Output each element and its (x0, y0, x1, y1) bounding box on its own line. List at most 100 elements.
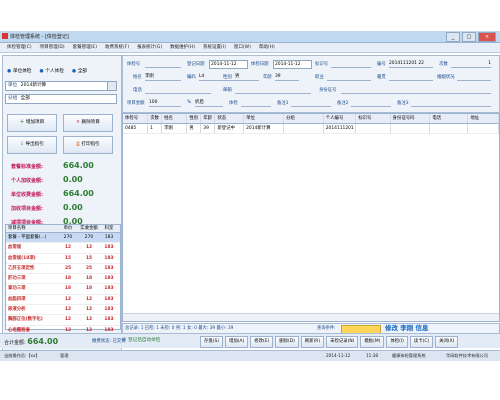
column-header[interactable]: 地址 (468, 114, 499, 123)
column-header[interactable]: 状态 (215, 114, 245, 123)
radio-personal[interactable]: 个人体检 (39, 68, 63, 74)
radio-all[interactable]: 全部 (72, 68, 87, 74)
grid-row[interactable]: 肝功三项 18 18 183 (6, 274, 120, 285)
job-field[interactable] (327, 73, 371, 81)
add-icon: ＋ (19, 120, 25, 125)
refresh-button[interactable]: 刷新(R) (300, 336, 325, 348)
grid-row[interactable]: 乙肝五项定性 25 25 183 (6, 264, 120, 275)
chevron-down-icon[interactable] (107, 82, 116, 90)
grid-row[interactable]: 套餐 - 平面套餐(...) 270 270 183 (6, 233, 120, 244)
maximize-button[interactable]: □ (462, 32, 476, 42)
reg-date-picker[interactable]: 2014-11-12 (209, 60, 248, 69)
group-select[interactable]: 分组 全部 (5, 94, 117, 104)
remark1-field[interactable] (291, 99, 331, 107)
table-cell: 0485 (123, 124, 149, 133)
menu-item[interactable]: 体检管理(C) (3, 43, 36, 52)
grid-header-cell[interactable]: 科室 (100, 225, 118, 232)
grid-row[interactable]: 血常规 12 12 183 (6, 243, 120, 254)
tag-field[interactable] (331, 60, 371, 68)
column-header[interactable]: 分组 (284, 114, 324, 123)
menu-item[interactable]: 系统设置(I) (199, 43, 230, 52)
radio-unit[interactable]: 单位体检 (7, 68, 31, 74)
stat-label: 单位收费金额: (11, 192, 44, 198)
name-field[interactable]: 李刚 (145, 73, 181, 81)
column-header[interactable]: 性别 (187, 114, 202, 123)
grid-row[interactable]: 肾功三项 18 18 183 (6, 284, 120, 295)
phone-field[interactable] (145, 86, 211, 94)
grid-cell: 183 (104, 296, 114, 302)
menu-item[interactable]: 收费系统(F) (101, 43, 133, 52)
grid-cell: 183 (104, 245, 114, 251)
column-header[interactable]: 个人编号 (324, 114, 357, 123)
times-field[interactable]: 1 (451, 60, 491, 68)
table-cell: 39 (201, 124, 216, 133)
delete-button[interactable]: 删除(D) (275, 336, 299, 348)
delete-item-button[interactable]: ✕ 删除项目 (63, 114, 113, 132)
grid-header-cell[interactable]: 单价 (58, 225, 78, 232)
status-app: 健康体检管理系统 (392, 353, 426, 358)
grid-row[interactable]: 胸部正位(数字化) 12 12 183 (6, 315, 120, 326)
grid-row[interactable]: 血脂四项 12 12 183 (6, 295, 120, 306)
menu-item[interactable]: 套餐管理(E) (69, 43, 101, 52)
remark2-field[interactable] (351, 99, 391, 107)
horizontal-scrollbar[interactable] (123, 313, 499, 321)
template-button[interactable]: 模板(M) (360, 336, 385, 348)
serial-field[interactable]: 2014111201 22 (389, 60, 433, 68)
discount-field[interactable]: 折后 (195, 99, 223, 107)
exam-date-picker[interactable]: 2014-11-12 (273, 60, 312, 69)
edit-info-link[interactable]: 修改 李刚 信息 (385, 323, 429, 333)
unit-select[interactable]: 单位 2014新计算 (5, 81, 117, 91)
print-guide-label: 打印指引 (81, 142, 100, 147)
close-button[interactable]: × (478, 32, 496, 42)
menu-item[interactable]: 项目管理(D) (36, 43, 69, 52)
export-guide-label: 导出指引 (25, 142, 44, 147)
minimize-button[interactable]: _ (446, 32, 460, 42)
delete-icon: ✕ (76, 120, 80, 125)
grid-header-cell[interactable]: 实收金额 (78, 225, 100, 232)
hometown-field[interactable] (389, 73, 433, 81)
age-field[interactable]: 39 (275, 73, 299, 81)
fee-field[interactable]: 100 (149, 99, 181, 107)
export-guide-button[interactable]: ⇩ 导出指引 (7, 136, 57, 154)
grid-header-cell[interactable]: 项目名称 (6, 225, 58, 232)
read-card-button[interactable]: 读卡(C) (409, 336, 434, 348)
gender-field[interactable]: 男 (235, 73, 259, 81)
save-button[interactable]: 存盘(S) (200, 336, 223, 348)
menu-item[interactable]: 报表统计(G) (133, 43, 166, 52)
menu-item[interactable]: 数据维护(H) (166, 43, 199, 52)
column-header[interactable]: 体检号 (123, 114, 149, 123)
stat-row: 个人加收金额: 0.00 (11, 175, 116, 184)
column-header[interactable]: 单位 (244, 114, 284, 123)
action-toolbar: 存盘(S) 增加(A) 修改(E) 删除(D) 刷新(R) 未检记录(N) 模板… (200, 336, 459, 348)
add-item-button[interactable]: ＋ 增加项目 (7, 114, 57, 132)
unchecked-records-button[interactable]: 未检记录(N) (326, 336, 359, 348)
idcard-field[interactable] (341, 86, 491, 94)
field-label: 编码 (187, 75, 196, 80)
exam-button[interactable]: 体检(I) (386, 336, 408, 348)
menu-item[interactable]: 窗口(W) (230, 43, 255, 52)
column-header[interactable]: 次数 (148, 114, 163, 123)
column-header[interactable]: 电话 (430, 114, 469, 123)
column-header[interactable]: 年龄 (201, 114, 216, 123)
marriage-field[interactable] (457, 73, 491, 81)
table-row[interactable]: 0485 1 李刚 男 39 新登记中 2014新计算 2014111201 2… (123, 124, 499, 134)
grid-row[interactable]: 血常规(18项) 15 15 183 (6, 254, 120, 264)
grid-cell: 12 (64, 296, 72, 302)
table-cell: 男 (187, 124, 202, 133)
menu-item[interactable]: 帮助(H) (255, 43, 279, 52)
exam-no-field[interactable] (145, 60, 181, 68)
close-form-button[interactable]: 关闭(X) (435, 336, 459, 348)
remark3-field[interactable] (411, 99, 491, 107)
column-header[interactable]: 身份证号码 (391, 114, 431, 123)
column-header[interactable]: 标识号 (356, 114, 391, 123)
grid-cell: 12 (85, 307, 93, 313)
print-guide-button[interactable]: ⎙ 打印指引 (63, 136, 113, 154)
total-value: 664.00 (27, 337, 59, 346)
add-button[interactable]: 增加(A) (225, 336, 249, 348)
edit-button[interactable]: 修改(E) (250, 336, 274, 348)
auto-exam-checkbox[interactable]: 登记后自动体检 (122, 337, 160, 343)
column-header[interactable]: 姓名 (162, 114, 188, 123)
grid-row[interactable]: 尿液分析 12 12 183 (6, 305, 120, 316)
email-field[interactable] (235, 86, 311, 94)
exam-field[interactable] (241, 99, 271, 107)
